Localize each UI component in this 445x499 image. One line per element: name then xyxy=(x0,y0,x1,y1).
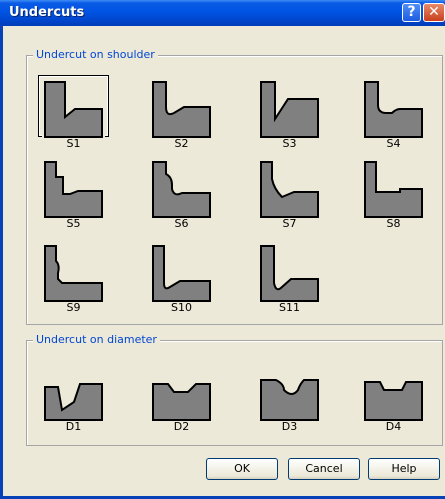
help-label: Help xyxy=(391,462,417,475)
undercut-profile-s1-icon xyxy=(42,79,105,140)
undercut-option-s4-label: S4 xyxy=(386,137,401,150)
cancel-label: Cancel xyxy=(305,462,343,475)
undercut-profile-s9-icon xyxy=(42,243,105,304)
undercut-option-d3[interactable] xyxy=(254,358,325,423)
undercut-profile-d4-icon xyxy=(362,362,425,423)
ok-label: OK xyxy=(234,462,250,475)
undercut-profile-s11-icon xyxy=(258,243,321,304)
undercut-option-s11[interactable] xyxy=(254,239,325,304)
undercut-profile-s6-icon xyxy=(150,159,213,220)
undercut-option-d3-label: D3 xyxy=(281,420,298,433)
undercut-profile-s5-icon xyxy=(42,159,105,220)
help-title-button[interactable]: ? xyxy=(402,3,421,22)
undercut-option-s8-label: S8 xyxy=(386,217,401,230)
undercut-option-s3[interactable] xyxy=(254,75,325,140)
undercut-option-s1[interactable] xyxy=(38,75,109,140)
undercut-profile-s4-icon xyxy=(362,79,425,140)
undercut-option-s7[interactable] xyxy=(254,155,325,220)
window-title: Undercuts xyxy=(9,5,85,20)
undercut-option-s6[interactable] xyxy=(146,155,217,220)
undercut-option-s8[interactable] xyxy=(358,155,429,220)
undercut-option-d4[interactable] xyxy=(358,358,429,423)
shoulder-group-title: Undercut on shoulder xyxy=(33,48,158,61)
undercut-option-s4[interactable] xyxy=(358,75,429,140)
diameter-group-title: Undercut on diameter xyxy=(33,333,160,346)
undercut-option-s1-label: S1 xyxy=(66,137,81,150)
undercut-profile-d3-icon xyxy=(258,362,321,423)
undercut-option-s5-label: S5 xyxy=(66,217,81,230)
undercut-option-d4-label: D4 xyxy=(385,420,402,433)
undercut-option-s11-label: S11 xyxy=(279,301,300,314)
undercut-profile-s10-icon xyxy=(150,243,213,304)
undercut-option-s9-label: S9 xyxy=(66,301,81,314)
undercut-option-s10[interactable] xyxy=(146,239,217,304)
undercut-option-d1[interactable] xyxy=(38,358,109,423)
undercut-option-s2-label: S2 xyxy=(174,137,189,150)
close-button[interactable]: ✕ xyxy=(423,3,445,22)
undercut-option-d2-label: D2 xyxy=(173,420,190,433)
undercut-option-s9[interactable] xyxy=(38,239,109,304)
undercut-profile-s8-icon xyxy=(362,159,425,220)
undercut-option-s10-label: S10 xyxy=(171,301,192,314)
undercut-option-s6-label: S6 xyxy=(174,217,189,230)
undercut-option-s5[interactable] xyxy=(38,155,109,220)
undercut-profile-s3-icon xyxy=(258,79,321,140)
ok-button[interactable]: OK xyxy=(206,458,278,480)
undercuts-dialog: Undercuts ? ✕ Undercut on shoulder Under… xyxy=(0,0,445,499)
undercut-option-s7-label: S7 xyxy=(282,217,297,230)
undercut-profile-d1-icon xyxy=(42,362,105,423)
undercut-option-s2[interactable] xyxy=(146,75,217,140)
help-button[interactable]: Help xyxy=(368,458,440,480)
undercut-option-s3-label: S3 xyxy=(282,137,297,150)
undercut-option-d2[interactable] xyxy=(146,358,217,423)
undercut-option-d1-label: D1 xyxy=(65,420,82,433)
undercut-profile-s2-icon xyxy=(150,79,213,140)
undercut-profile-s7-icon xyxy=(258,159,321,220)
undercut-profile-d2-icon xyxy=(150,362,213,423)
cancel-button[interactable]: Cancel xyxy=(288,458,360,480)
title-bar: Undercuts ? ✕ xyxy=(0,0,445,26)
